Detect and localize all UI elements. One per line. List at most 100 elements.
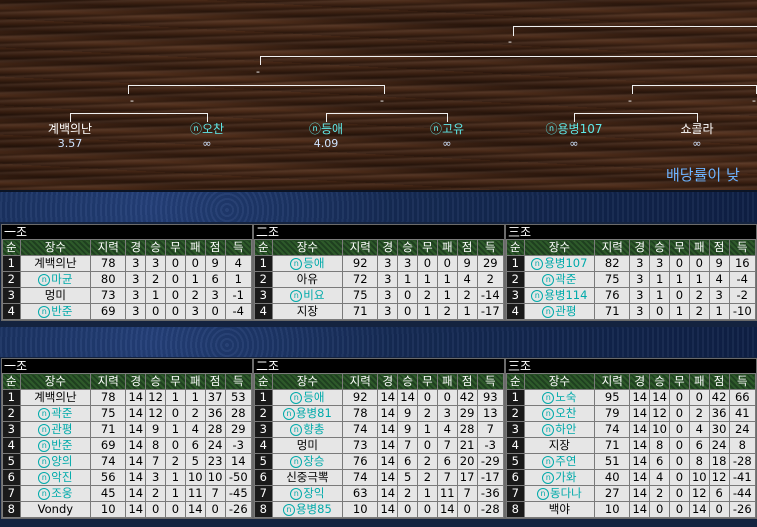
column-header[interactable]: 장수	[19, 239, 92, 256]
player-name-cell[interactable]: n 동다나	[523, 485, 596, 502]
column-header[interactable]: 순	[506, 239, 525, 256]
player-name-cell[interactable]: n 장익	[271, 485, 344, 502]
player-name-cell[interactable]: n 관평	[523, 303, 596, 320]
player-name-cell[interactable]: n 양의	[19, 453, 92, 470]
column-header[interactable]: 득	[728, 239, 757, 256]
column-header[interactable]: 패	[436, 239, 458, 256]
column-header[interactable]: 점	[708, 373, 730, 390]
column-header[interactable]: 순	[254, 373, 273, 390]
player-name-cell[interactable]: n 비요	[271, 287, 344, 304]
column-header[interactable]: 무	[669, 373, 690, 390]
column-header[interactable]: 순	[254, 239, 273, 256]
column-header[interactable]: 장수	[271, 373, 344, 390]
player-name-cell[interactable]: n 등애	[271, 255, 344, 272]
column-header[interactable]: 패	[184, 239, 206, 256]
column-header[interactable]: 지력	[342, 239, 379, 256]
column-header[interactable]: 무	[669, 239, 690, 256]
column-header[interactable]: 경	[125, 373, 147, 390]
stat-cell: 14	[125, 485, 147, 502]
column-header[interactable]: 무	[417, 373, 438, 390]
player-name-cell[interactable]: n 오찬	[523, 405, 596, 422]
column-header[interactable]: 점	[456, 373, 478, 390]
column-header[interactable]: 득	[728, 373, 757, 390]
stat-cell: 0	[688, 389, 710, 406]
column-header[interactable]: 순	[2, 239, 21, 256]
player-name-cell[interactable]: n 등애	[271, 389, 344, 406]
player-name-cell[interactable]: n 반준	[19, 303, 92, 320]
column-header[interactable]: 순	[506, 373, 525, 390]
group-table: 二조 순 장수 지력 경 승 무 패 점 득 1 n 등애 92 14 14 0 0 42 93 2 n 용병81 78 14 9…	[253, 358, 505, 519]
player-name-cell[interactable]: n 곽준	[19, 405, 92, 422]
column-header[interactable]: 득	[224, 373, 253, 390]
bracket-player-name[interactable]: 계백의난	[25, 122, 115, 136]
column-header[interactable]: 경	[629, 373, 651, 390]
column-header[interactable]: 승	[145, 373, 167, 390]
column-header[interactable]: 경	[629, 239, 651, 256]
column-header[interactable]: 무	[165, 373, 186, 390]
column-header[interactable]: 장수	[19, 373, 92, 390]
player-name-cell[interactable]: n 악진	[19, 469, 92, 486]
player-name-cell[interactable]: Vondy	[19, 501, 92, 518]
column-header[interactable]: 패	[436, 373, 458, 390]
column-header[interactable]: 패	[688, 239, 710, 256]
column-header[interactable]: 승	[649, 239, 671, 256]
column-header[interactable]: 장수	[271, 239, 344, 256]
player-name-cell[interactable]: n 하안	[523, 421, 596, 438]
player-name-cell[interactable]: n 주연	[523, 453, 596, 470]
column-header[interactable]: 승	[397, 373, 419, 390]
column-header[interactable]: 득	[476, 373, 505, 390]
player-name-cell[interactable]: 지장	[271, 303, 344, 320]
player-name-cell[interactable]: n 관평	[19, 421, 92, 438]
player-name-cell[interactable]: 계백의난	[19, 389, 92, 406]
player-name-cell[interactable]: 신중극뽁	[271, 469, 344, 486]
column-header[interactable]: 점	[204, 239, 226, 256]
player-name-cell[interactable]: n 가화	[523, 469, 596, 486]
stat-cell: 7	[506, 485, 525, 502]
column-header[interactable]: 장수	[523, 239, 596, 256]
column-header[interactable]: 지력	[594, 373, 631, 390]
player-name-cell[interactable]: 계백의난	[19, 255, 92, 272]
player-name-cell[interactable]: n 장승	[271, 453, 344, 470]
column-header[interactable]: 지력	[342, 373, 379, 390]
column-header[interactable]: 점	[204, 373, 226, 390]
player-name-cell[interactable]: 지장	[523, 437, 596, 454]
column-header[interactable]: 승	[397, 239, 419, 256]
player-name-cell[interactable]: 멍미	[271, 437, 344, 454]
player-name-cell[interactable]: n 용병85	[271, 501, 344, 518]
bracket-player-name[interactable]: ⓝ오찬	[162, 122, 252, 136]
player-name-cell[interactable]: n 향총	[271, 421, 344, 438]
player-name-cell[interactable]: 아유	[271, 271, 344, 288]
player-name-cell[interactable]: n 마균	[19, 271, 92, 288]
column-header[interactable]: 득	[224, 239, 253, 256]
column-header[interactable]: 경	[377, 373, 399, 390]
column-header[interactable]: 무	[417, 239, 438, 256]
player-name-cell[interactable]: 백야	[523, 501, 596, 518]
column-header[interactable]: 점	[456, 239, 478, 256]
bracket-player-name[interactable]: ⓝ등애	[281, 122, 371, 136]
bracket-player-name[interactable]: 쇼콜라	[652, 122, 742, 136]
player-name-cell[interactable]: n 노숙	[523, 389, 596, 406]
player-name-cell[interactable]: n 반준	[19, 437, 92, 454]
column-header[interactable]: 순	[2, 373, 21, 390]
column-header[interactable]: 승	[145, 239, 167, 256]
column-header[interactable]: 지력	[90, 239, 127, 256]
column-header[interactable]: 무	[165, 239, 186, 256]
column-header[interactable]: 패	[184, 373, 206, 390]
column-header[interactable]: 점	[708, 239, 730, 256]
player-name-cell[interactable]: n 곽준	[523, 271, 596, 288]
bracket-player-name[interactable]: ⓝ용병107	[529, 122, 619, 136]
player-name-cell[interactable]: n 조웅	[19, 485, 92, 502]
player-name-cell[interactable]: n 용병107	[523, 255, 596, 272]
column-header[interactable]: 지력	[90, 373, 127, 390]
column-header[interactable]: 패	[688, 373, 710, 390]
column-header[interactable]: 득	[476, 239, 505, 256]
column-header[interactable]: 지력	[594, 239, 631, 256]
bracket-player-name[interactable]: ⓝ고유	[402, 122, 492, 136]
column-header[interactable]: 경	[125, 239, 147, 256]
column-header[interactable]: 승	[649, 373, 671, 390]
column-header[interactable]: 장수	[523, 373, 596, 390]
player-name-cell[interactable]: 멍미	[19, 287, 92, 304]
player-name-cell[interactable]: n 용병81	[271, 405, 344, 422]
column-header[interactable]: 경	[377, 239, 399, 256]
player-name-cell[interactable]: n 용병114	[523, 287, 596, 304]
